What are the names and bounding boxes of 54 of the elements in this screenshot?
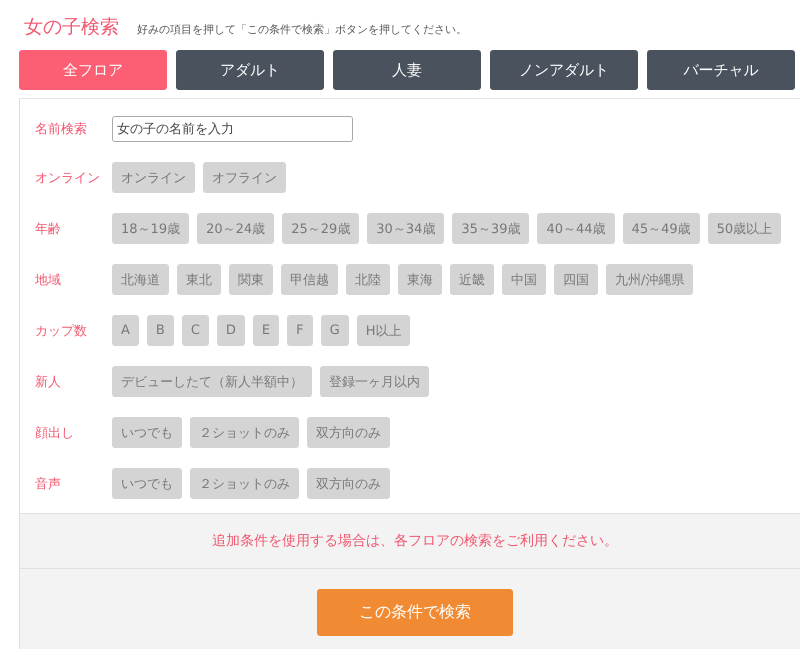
field-label: 名前検索 <box>35 121 88 138</box>
filter-option[interactable]: 関東 <box>229 264 273 295</box>
filter-option[interactable]: 25～29歳 <box>282 213 360 244</box>
filter-option[interactable]: 四国 <box>554 264 598 295</box>
filter-label: オンライン <box>35 170 101 186</box>
filter-option[interactable]: 双方向のみ <box>307 468 390 499</box>
filter-option[interactable]: 50歳以上 <box>708 213 782 244</box>
floor-tab[interactable]: 人妻 <box>333 50 481 90</box>
filter-option[interactable]: H以上 <box>356 315 410 346</box>
search-button[interactable]: この条件で検索 <box>317 589 513 636</box>
filter-option[interactable]: 北海道 <box>112 264 169 295</box>
filter-option[interactable]: 40～44歳 <box>537 213 615 244</box>
filter-option[interactable]: F <box>287 315 313 346</box>
filter-option[interactable]: 18～19歳 <box>112 213 190 244</box>
filter-option[interactable]: B <box>146 315 174 346</box>
filter-option[interactable]: ２ショットのみ <box>190 468 299 499</box>
floor-tab[interactable]: アダルト <box>176 50 324 90</box>
filter-label: 音声 <box>35 476 62 492</box>
filter-option[interactable]: ２ショットのみ <box>190 417 299 448</box>
filter-option[interactable]: オフライン <box>203 162 286 193</box>
filter-option[interactable]: いつでも <box>112 417 182 448</box>
filter-option[interactable]: 甲信越 <box>281 264 338 295</box>
filter-option[interactable]: 45～49歳 <box>622 213 700 244</box>
floor-tab[interactable]: 全フロア <box>19 50 167 90</box>
filter-option[interactable]: 近畿 <box>450 264 494 295</box>
filter-label: カップ数 <box>35 322 88 340</box>
name-search-field[interactable]: 女の子の名前を入力 <box>112 116 353 142</box>
filter-label: 年齢 <box>35 220 62 238</box>
filter-option[interactable]: 東海 <box>398 264 442 295</box>
filter-option[interactable]: A <box>112 315 139 346</box>
floor-tab[interactable]: ノンアダルト <box>490 50 638 90</box>
filter-option[interactable]: 九州/沖縄県 <box>606 264 694 295</box>
filter-label: 顔出し <box>35 424 75 442</box>
notice-text: 追加条件を使用する場合は、各フロアの検索をご利用ください。 <box>212 532 618 550</box>
filter-option[interactable]: E <box>252 315 280 346</box>
filter-option[interactable]: 30～34歳 <box>367 213 444 244</box>
filter-option[interactable]: 東北 <box>177 264 221 295</box>
filter-label: 地域 <box>35 272 62 288</box>
page-title: 女の子検索 <box>24 15 119 40</box>
filter-option[interactable]: 北陸 <box>346 264 390 295</box>
filter-option[interactable]: 20～24歳 <box>197 213 274 244</box>
floor-tab[interactable]: バーチャル <box>647 50 795 90</box>
filter-option[interactable]: オンライン <box>112 162 195 193</box>
filter-option[interactable]: 双方向のみ <box>307 417 390 448</box>
filter-option[interactable]: いつでも <box>112 468 182 499</box>
filter-label: 新人 <box>35 374 62 390</box>
filter-option[interactable]: 登録一ヶ月以内 <box>320 366 429 397</box>
filter-option[interactable]: デビューしたて（新人半額中） <box>112 366 312 397</box>
filter-option[interactable]: G <box>320 315 349 346</box>
instruction-text: 好みの項目を押して「この条件で検索」ボタンを押してください。 <box>137 22 467 37</box>
filter-option[interactable]: D <box>216 315 245 346</box>
filter-option[interactable]: C <box>182 315 209 346</box>
filter-option[interactable]: 中国 <box>502 264 546 295</box>
filter-option[interactable]: 35～39歳 <box>452 213 530 244</box>
